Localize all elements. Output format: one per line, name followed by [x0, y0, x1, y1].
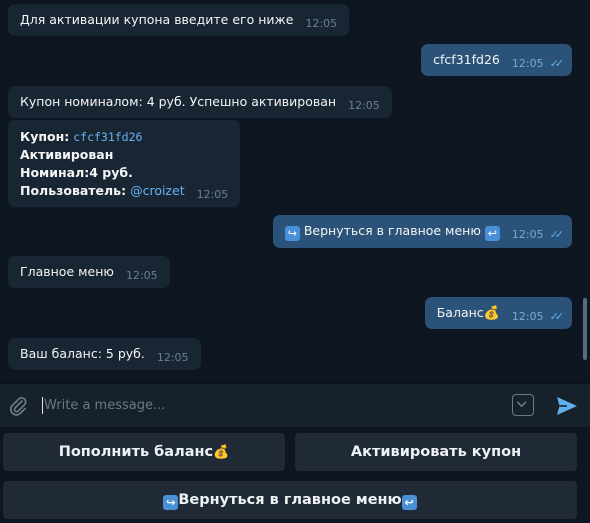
message-time: 12:05	[156, 351, 189, 364]
return-arrow-icon: ↩	[484, 226, 500, 241]
text-caret	[42, 397, 43, 414]
moneybag-icon: 💰	[213, 445, 230, 460]
left-arrow-icon: ↪	[284, 226, 300, 241]
message-text: Вернуться в главное меню	[303, 223, 481, 238]
message-time: 12:05	[196, 188, 229, 201]
message-text: Купон номиналом: 4 руб. Успешно активиро…	[20, 94, 337, 109]
button-label: Пополнить баланс	[58, 444, 214, 460]
user-label: Пользователь:	[20, 183, 127, 198]
chevron-down-icon	[516, 401, 527, 408]
message-text: Ваш баланс: 5 руб.	[20, 346, 145, 361]
message-text: Для активации купона введите его ниже	[20, 12, 294, 27]
coupon-label: Купон:	[20, 129, 70, 144]
bot-message: Главное меню 12:05	[8, 256, 170, 288]
message-time: 12:05	[125, 269, 158, 282]
bot-message: Для активации купона введите его ниже 12:…	[8, 4, 350, 36]
message-time: 12:05	[348, 99, 380, 112]
paperclip-icon[interactable]	[8, 395, 28, 417]
read-checks-icon: ✓✓	[549, 228, 565, 241]
bot-message: Ваш баланс: 5 руб. 12:05	[8, 338, 201, 370]
coupon-info-message: Купон: cfcf31fd26 Активирован Номинал:4 …	[8, 120, 241, 207]
message-input[interactable]	[44, 394, 484, 416]
back-to-main-menu-button[interactable]: ↪ Вернуться в главное меню ↩	[3, 481, 577, 519]
moneybag-icon: 💰	[483, 306, 500, 321]
user-message: Баланс💰 12:05 ✓✓	[424, 297, 572, 329]
activate-coupon-button[interactable]: Активировать купон	[295, 433, 577, 471]
user-mention-link[interactable]: @croizet	[130, 183, 185, 198]
message-text: cfcf31fd26	[433, 52, 500, 67]
message-time: 12:05	[511, 228, 544, 241]
bot-reply-keyboard: Пополнить баланс💰 Активировать купон ↪ Ве…	[0, 427, 590, 523]
left-arrow-icon: ↪	[163, 495, 179, 510]
message-composer	[0, 383, 590, 427]
bot-keyboard-toggle[interactable]	[512, 394, 534, 416]
message-text: Баланс	[436, 305, 484, 320]
read-checks-icon: ✓✓	[549, 57, 565, 70]
user-message: ↪ Вернуться в главное меню ↩ 12:05 ✓✓	[272, 215, 572, 248]
button-label: Активировать купон	[350, 444, 522, 460]
read-checks-icon: ✓✓	[549, 310, 565, 323]
coupon-code[interactable]: cfcf31fd26	[73, 130, 142, 144]
chat-scrollbar[interactable]	[583, 298, 587, 360]
bot-message: Купон номиналом: 4 руб. Успешно активиро…	[8, 86, 392, 118]
coupon-nominal: Номинал:4 руб.	[20, 165, 133, 180]
return-arrow-icon: ↩	[401, 495, 417, 510]
coupon-status: Активирован	[20, 147, 114, 162]
send-icon[interactable]	[555, 395, 579, 417]
button-label: Вернуться в главное меню	[178, 492, 402, 508]
message-time: 12:05	[511, 310, 544, 323]
message-time: 12:05	[511, 57, 544, 70]
chat-history: Для активации купона введите его ниже 12:…	[0, 0, 590, 383]
user-message: cfcf31fd26 12:05 ✓✓	[421, 44, 572, 76]
message-text: Главное меню	[20, 264, 114, 279]
message-time: 12:05	[305, 17, 338, 30]
topup-balance-button[interactable]: Пополнить баланс💰	[3, 433, 285, 471]
